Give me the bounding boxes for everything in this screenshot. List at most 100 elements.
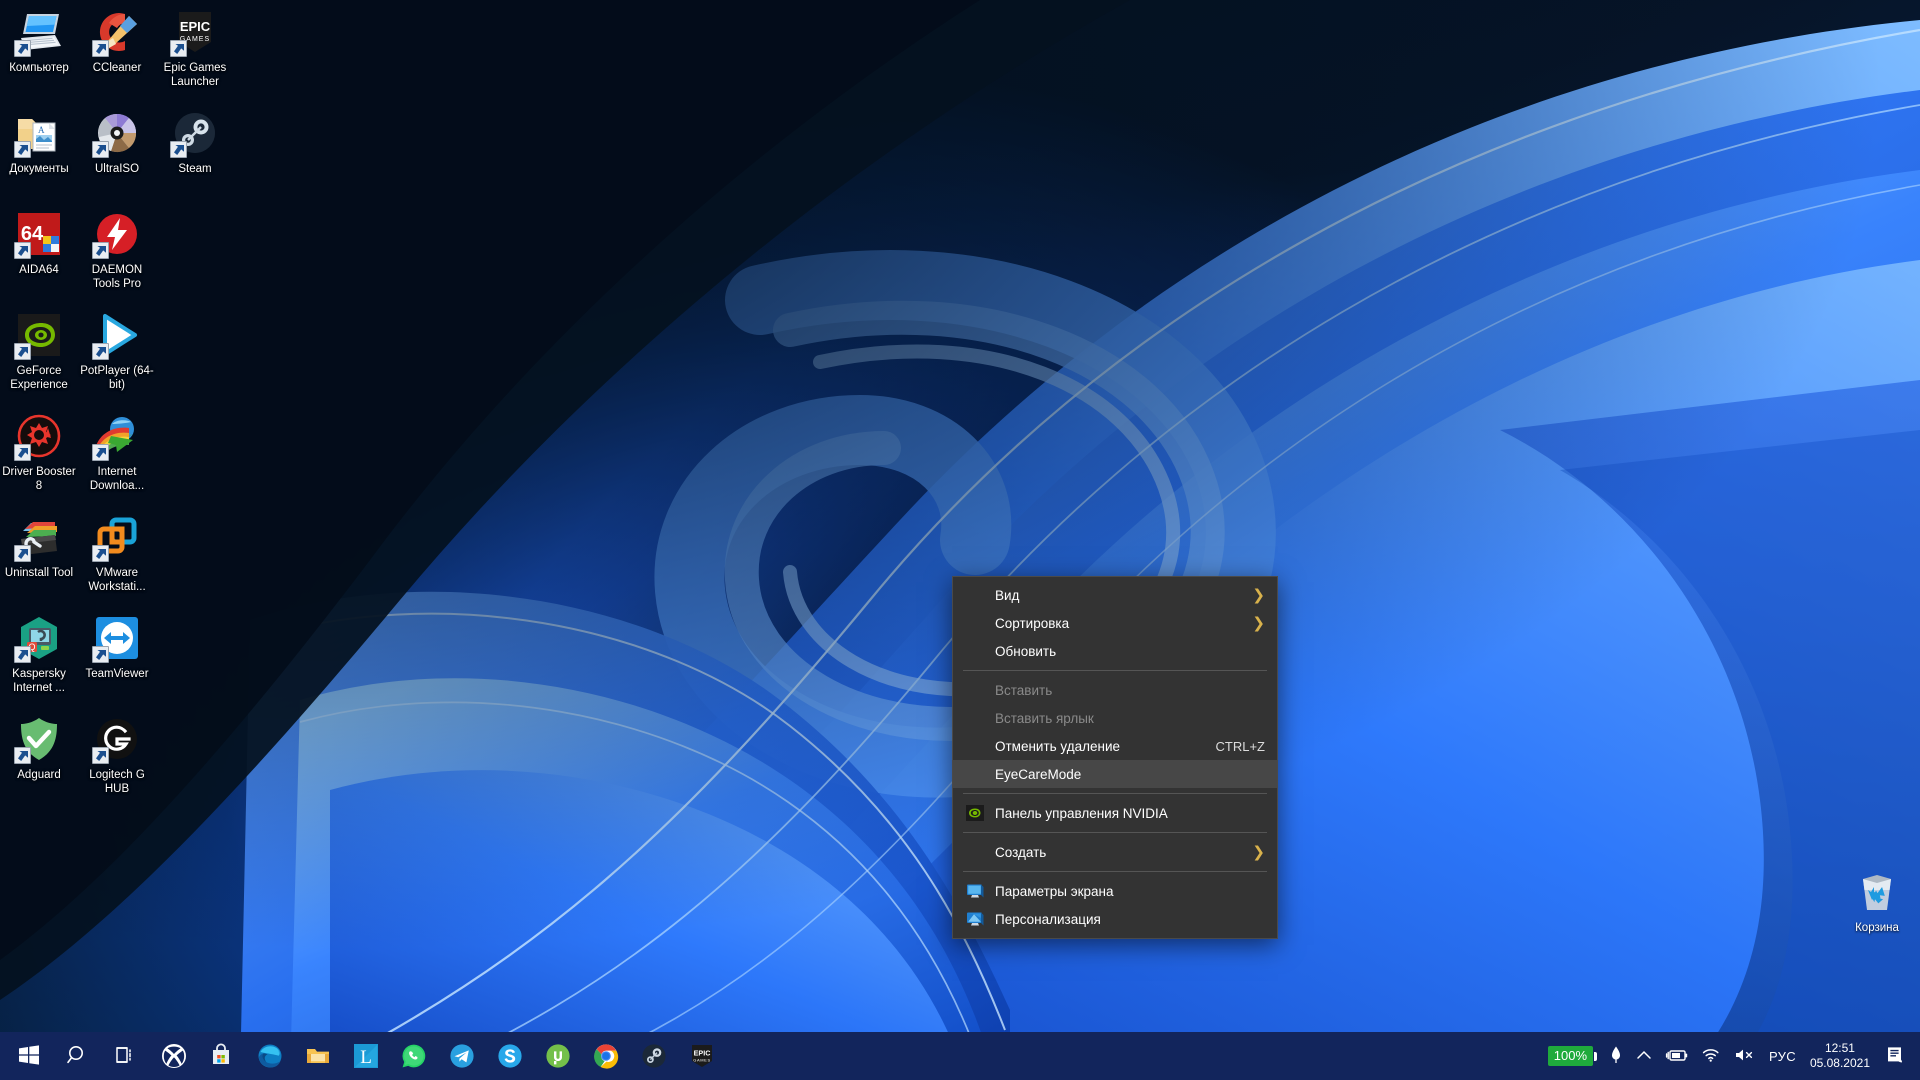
nvidia-icon — [965, 803, 985, 823]
kaspersky-internet-security-icon: Q — [14, 614, 63, 663]
desktop-icon-uninstall-tool[interactable]: Uninstall Tool — [0, 507, 78, 608]
tray-pen-icon-button[interactable] — [1603, 1034, 1629, 1078]
shortcut-overlay-icon — [92, 545, 109, 562]
desktop-icon-aida64[interactable]: 64 AIDA64 — [0, 204, 78, 305]
desktop-icon-computer[interactable]: Компьютер — [0, 2, 78, 103]
shortcut-overlay-icon — [92, 343, 109, 360]
battery-percent-badge[interactable]: 100% — [1542, 1034, 1603, 1078]
desktop-icon-vmware-workstation[interactable]: VMware Workstati... — [78, 507, 156, 608]
xbox-button[interactable] — [150, 1034, 198, 1078]
chevron-right-icon: ❯ — [1252, 613, 1265, 632]
context-menu-item-new[interactable]: Создать ❯ — [953, 838, 1277, 866]
desktop-icon-label: Steam — [178, 163, 212, 175]
task-view-button[interactable] — [102, 1034, 150, 1078]
documents-folder-icon: A — [14, 109, 63, 158]
context-menu-shortcut-key: CTRL+Z — [1215, 738, 1265, 754]
desktop-icon-label: Epic Games Launcher — [163, 62, 227, 88]
taskbar: L EPIC GAMES 100% РУС 12:51 05.08.2021 — [0, 1032, 1920, 1080]
steam-button[interactable] — [630, 1034, 678, 1078]
utorrent-icon — [545, 1043, 571, 1069]
desktop-icon-internet-download-manager[interactable]: Internet Downloa... — [78, 406, 156, 507]
desktop-icon-logitech-g-hub[interactable]: Logitech G HUB — [78, 709, 156, 810]
desktop-icon-geforce-experience[interactable]: GeForce Experience — [0, 305, 78, 406]
internet-download-manager-icon — [92, 412, 141, 461]
edge-button[interactable] — [246, 1034, 294, 1078]
context-menu-item-display-settings[interactable]: Параметры экрана — [953, 877, 1277, 905]
context-menu-label: Вид — [995, 587, 1020, 603]
context-menu-item-sort[interactable]: Сортировка ❯ — [953, 609, 1277, 637]
driver-booster-icon — [14, 412, 63, 461]
context-menu-item-refresh[interactable]: Обновить — [953, 637, 1277, 665]
battery-percent-label: 100% — [1547, 1046, 1593, 1066]
logitech-g-hub-icon — [92, 715, 141, 764]
taskbar-clock[interactable]: 12:51 05.08.2021 — [1802, 1034, 1878, 1078]
shortcut-overlay-icon — [14, 343, 31, 360]
desktop-icon-label: PotPlayer (64-bit) — [80, 365, 154, 391]
desktop-icon-potplayer[interactable]: PotPlayer (64-bit) — [78, 305, 156, 406]
desktop-icon-label: UltraISO — [94, 163, 140, 175]
context-menu-item-personalization[interactable]: Персонализация — [953, 905, 1277, 933]
context-menu-item-paste-shortcut: Вставить ярлык — [953, 704, 1277, 732]
context-menu-item-undo-delete[interactable]: Отменить удаление CTRL+Z — [953, 732, 1277, 760]
context-menu-label: Вставить — [995, 682, 1053, 698]
chrome-button[interactable] — [582, 1034, 630, 1078]
menu-item-icon-placeholder — [965, 585, 985, 605]
desktop-icon-adguard[interactable]: Adguard — [0, 709, 78, 810]
desktop-icon-empty — [156, 204, 234, 305]
vmware-workstation-icon — [92, 513, 141, 562]
utorrent-button[interactable] — [534, 1034, 582, 1078]
context-menu-item-view[interactable]: Вид ❯ — [953, 581, 1277, 609]
context-menu-item-eyecaremode[interactable]: EyeCareMode — [953, 760, 1277, 788]
menu-item-icon-placeholder — [965, 641, 985, 661]
battery-charging-icon — [1665, 1046, 1689, 1067]
shortcut-overlay-icon — [170, 141, 187, 158]
lightshot-button[interactable]: L — [342, 1034, 390, 1078]
store-button[interactable] — [198, 1034, 246, 1078]
skype-icon — [497, 1043, 523, 1069]
shortcut-overlay-icon — [14, 747, 31, 764]
desktop-icon-driver-booster[interactable]: Driver Booster 8 — [0, 406, 78, 507]
desktop-icon-documents[interactable]: A Документы — [0, 103, 78, 204]
desktop-icon-ccleaner[interactable]: CCleaner — [78, 2, 156, 103]
search-icon — [65, 1043, 91, 1069]
wifi-icon — [1701, 1046, 1721, 1067]
desktop-icon-label: AIDA64 — [19, 264, 59, 276]
desktop-icon-ultraiso[interactable]: UltraISO — [78, 103, 156, 204]
context-menu-separator — [963, 670, 1267, 671]
pen-icon — [1609, 1045, 1623, 1068]
whatsapp-button[interactable] — [390, 1034, 438, 1078]
search-button[interactable] — [54, 1034, 102, 1078]
battery-status-button[interactable] — [1659, 1034, 1695, 1078]
desktop-context-menu[interactable]: Вид ❯ Сортировка ❯ Обновить Вставить Вст… — [952, 576, 1278, 939]
system-tray: 100% РУС 12:51 05.08.2021 — [1542, 1032, 1920, 1080]
svg-text:EPIC: EPIC — [180, 19, 211, 34]
desktop-icon-label: Logitech G HUB — [89, 769, 145, 795]
desktop-icon-label: DAEMON Tools Pro — [91, 264, 143, 290]
desktop-icon-steam[interactable]: Steam — [156, 103, 234, 204]
steam-icon — [641, 1043, 667, 1069]
desktop-icon-kaspersky[interactable]: Q Kaspersky Internet ... — [0, 608, 78, 709]
volume-button[interactable] — [1727, 1034, 1763, 1078]
desktop-icon-epic-games-launcher[interactable]: EPIC GAMES Epic Games Launcher — [156, 2, 234, 103]
context-menu-item-nvidia-control-panel[interactable]: Панель управления NVIDIA — [953, 799, 1277, 827]
desktop-icon-label: GeForce Experience — [10, 365, 68, 391]
desktop-icon-recycle-bin[interactable]: Корзина — [1838, 868, 1916, 935]
epic-games-button[interactable]: EPIC GAMES — [678, 1034, 726, 1078]
desktop-icon-daemon-tools-pro[interactable]: DAEMON Tools Pro — [78, 204, 156, 305]
desktop-icon-teamviewer[interactable]: TeamViewer — [78, 608, 156, 709]
microsoft-edge-icon — [257, 1043, 283, 1069]
telegram-button[interactable] — [438, 1034, 486, 1078]
notification-center-button[interactable] — [1878, 1034, 1912, 1078]
skype-button[interactable] — [486, 1034, 534, 1078]
context-menu-label: Создать — [995, 844, 1047, 860]
context-menu-label: Отменить удаление — [995, 738, 1121, 754]
microsoft-store-icon — [209, 1043, 235, 1069]
file-explorer-button[interactable] — [294, 1034, 342, 1078]
network-button[interactable] — [1695, 1034, 1727, 1078]
menu-item-icon-placeholder — [965, 764, 985, 784]
start-button[interactable] — [6, 1034, 54, 1078]
context-menu-separator — [963, 793, 1267, 794]
empty-cell — [171, 210, 219, 258]
language-indicator[interactable]: РУС — [1763, 1034, 1802, 1078]
show-hidden-icons-button[interactable] — [1629, 1034, 1659, 1078]
